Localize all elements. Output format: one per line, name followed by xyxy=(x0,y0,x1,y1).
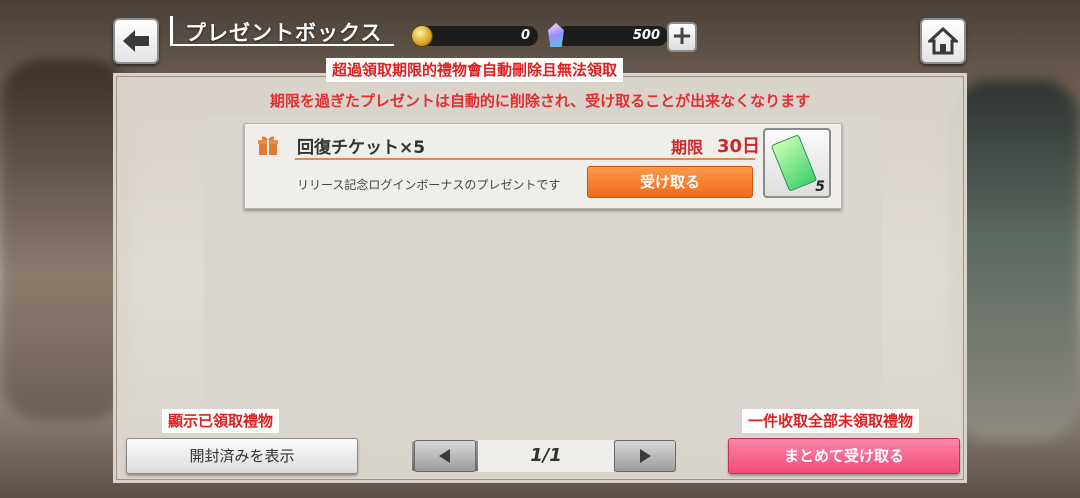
ticket-icon xyxy=(770,134,818,192)
prev-page-button[interactable] xyxy=(414,440,476,472)
add-gems-button[interactable]: + xyxy=(667,22,697,52)
home-button[interactable] xyxy=(920,18,966,64)
coin-counter: 0 xyxy=(418,26,538,46)
page-title: プレゼントボックス xyxy=(185,21,383,45)
receive-all-button[interactable]: まとめて受け取る xyxy=(728,438,960,474)
background-left xyxy=(0,60,130,420)
translation-note-right: 一件收取全部未領取禮物 xyxy=(742,409,920,433)
expiry-label: 期限 xyxy=(671,138,704,157)
translation-note-left: 顯示已領取禮物 xyxy=(162,409,280,433)
next-page-button[interactable] xyxy=(614,440,676,472)
gift-name: 回復チケット×5 xyxy=(297,138,426,158)
back-button[interactable] xyxy=(113,18,159,64)
gift-divider xyxy=(295,158,755,160)
coin-icon xyxy=(411,25,433,47)
translation-note-top: 超過領取期限的禮物會自動刪除且無法領取 xyxy=(326,58,624,82)
gem-counter: 500 xyxy=(556,26,668,46)
gift-description: リリース記念ログインボーナスのプレゼントです xyxy=(297,178,561,192)
recovery-ticket-thumbnail: 5 xyxy=(763,128,831,198)
gift-icon xyxy=(258,136,278,155)
expiry-value: 30日 xyxy=(717,136,761,157)
home-icon xyxy=(928,27,958,55)
item-count: 5 xyxy=(815,179,825,195)
back-arrow-icon xyxy=(123,30,149,52)
triangle-left-icon xyxy=(439,449,450,463)
background-right xyxy=(950,80,1080,440)
receive-button[interactable]: 受け取る xyxy=(587,166,753,198)
page-indicator: 1/1 xyxy=(478,440,614,472)
triangle-right-icon xyxy=(640,449,651,463)
gift-list-item: 回復チケット×5 期限 30日 リリース記念ログインボーナスのプレゼントです 受… xyxy=(244,123,842,209)
gift-list: 回復チケット×5 期限 30日 リリース記念ログインボーナスのプレゼントです 受… xyxy=(204,116,882,431)
page-title-frame: プレゼントボックス xyxy=(170,16,394,46)
show-opened-button[interactable]: 開封済みを表示 xyxy=(126,438,358,474)
expiration-notice: 期限を過ぎたプレゼントは自動的に削除され、受け取ることが出来なくなります xyxy=(269,92,811,110)
